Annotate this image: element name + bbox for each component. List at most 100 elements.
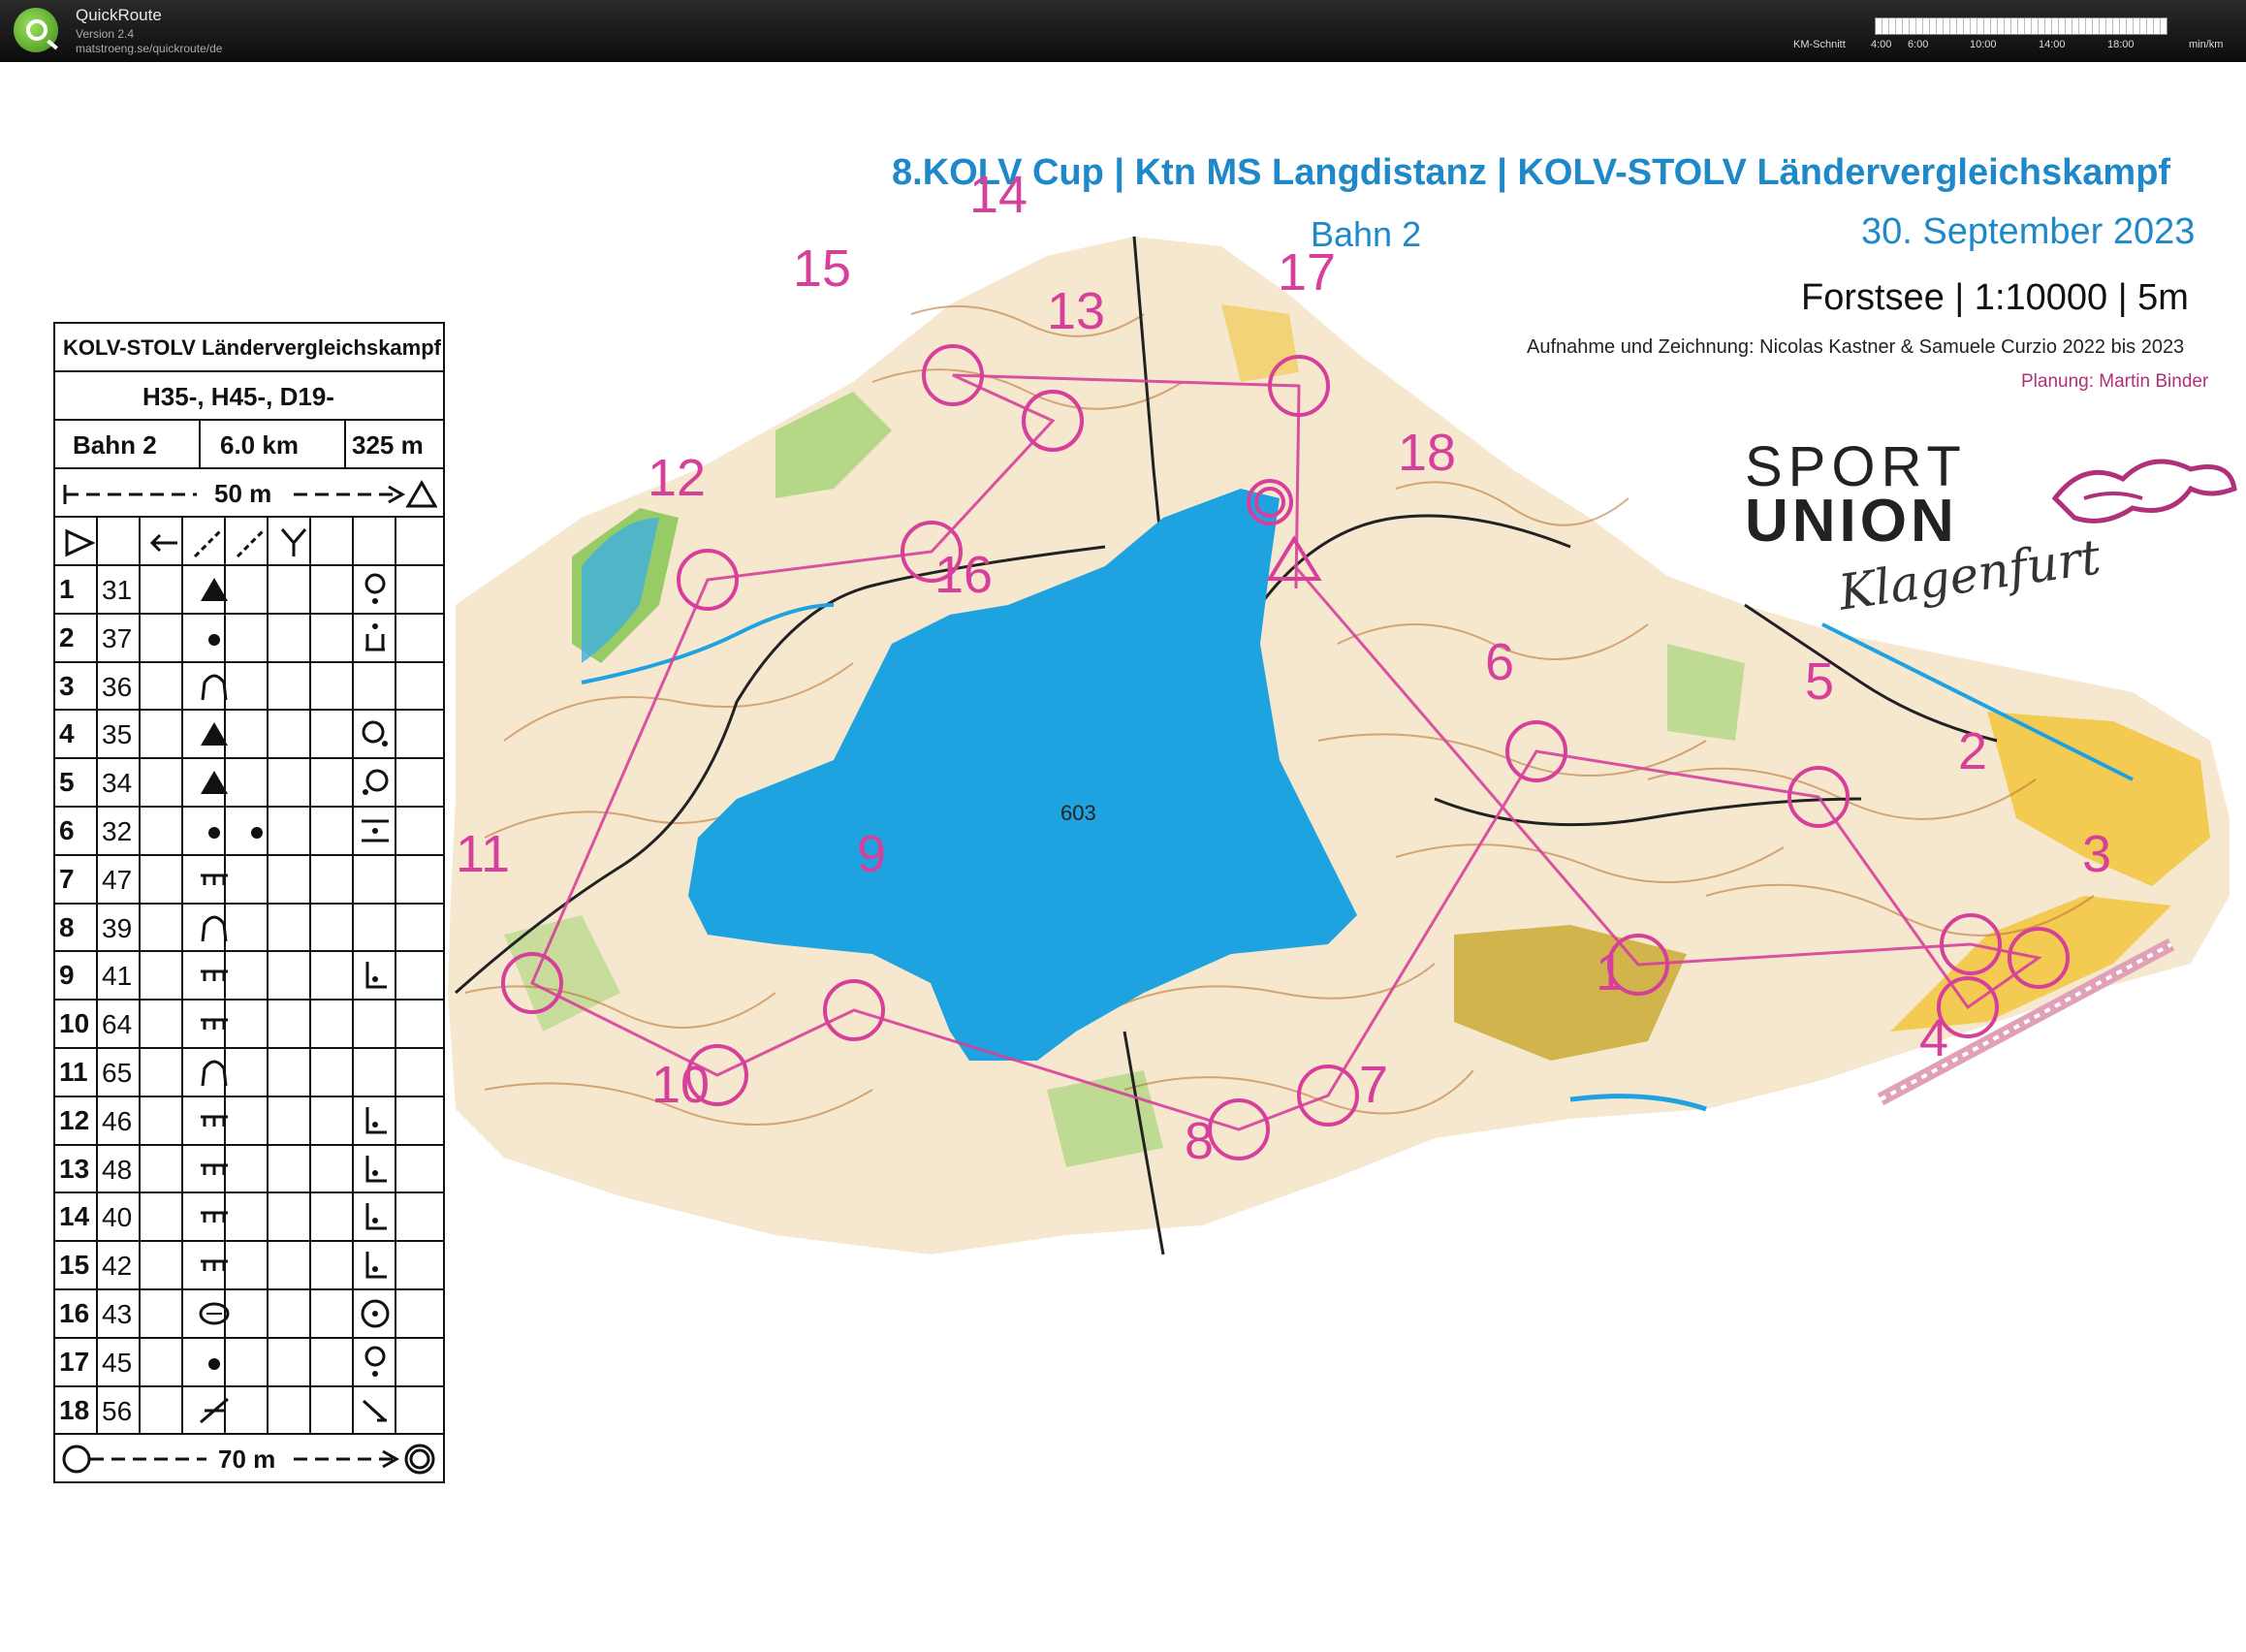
control-code: 47: [102, 864, 133, 895]
control-row: 14 40: [55, 1193, 443, 1243]
control-code: 45: [102, 1347, 133, 1378]
control-number: 5: [1805, 652, 1835, 711]
control-row: 18 56: [55, 1386, 443, 1436]
control-code: 42: [102, 1251, 133, 1282]
control-seq-number: 4: [59, 718, 75, 749]
desc-length: 6.0 km: [220, 430, 299, 460]
control-row: 4 35: [55, 711, 443, 760]
control-row: 10 64: [55, 1001, 443, 1049]
control-code: 39: [102, 912, 133, 943]
control-seq-number: 2: [59, 621, 75, 652]
control-row: 6 32: [55, 808, 443, 856]
control-number: 8: [1185, 1112, 1215, 1170]
control-row: 13 48: [55, 1145, 443, 1194]
fork-icon: [280, 528, 307, 556]
control-code: 32: [102, 816, 133, 846]
desc-course-row: Bahn 2 6.0 km 325 m: [55, 421, 443, 469]
control-seq-number: 3: [59, 670, 75, 701]
desc-event-row: KOLV-STOLV Ländervergleichskampf: [55, 324, 443, 372]
control-seq-number: 6: [59, 815, 75, 845]
orienteering-map[interactable]: 8.KOLV Cup | Ktn MS Langdistanz | KOLV-S…: [0, 62, 2246, 1652]
control-seq-number: 5: [59, 767, 75, 798]
control-seq-number: 8: [59, 911, 75, 942]
control-code: 46: [102, 1105, 133, 1136]
control-number: 10: [651, 1056, 711, 1114]
control-row: 15 42: [55, 1242, 443, 1290]
control-number: 18: [1398, 424, 1457, 482]
pace-scale-label: KM-Schnitt: [1793, 39, 1846, 50]
control-number: 16: [934, 546, 994, 604]
desc-header-row: [55, 518, 443, 566]
control-seq-number: 18: [59, 1394, 90, 1425]
control-row: 5 34: [55, 759, 443, 808]
diagonal-lines-icon: [236, 527, 267, 558]
club-logo-line2: UNION: [1745, 488, 1958, 555]
app-version: Version 2.4: [76, 27, 135, 41]
diagonal-lines-icon: [193, 527, 224, 558]
desc-classes-row: H35-, H45-, D19-: [55, 372, 443, 421]
desc-finish-row: 70 m: [55, 1435, 443, 1481]
control-code: 65: [102, 1058, 133, 1088]
control-code: 64: [102, 1009, 133, 1040]
desc-course: Bahn 2: [73, 430, 157, 460]
control-code: 37: [102, 622, 133, 653]
control-seq-number: 11: [59, 1057, 88, 1087]
control-seq-number: 12: [59, 1104, 90, 1135]
quickroute-logo-icon: [14, 8, 58, 52]
control-number: 15: [793, 239, 852, 298]
pace-unit: min/km: [2189, 39, 2224, 50]
control-row: 8 39: [55, 904, 443, 953]
pace-tick: 18:00: [2107, 39, 2135, 50]
control-row: 1 31: [55, 566, 443, 615]
control-row: 2 37: [55, 614, 443, 663]
control-description-sheet: KOLV-STOLV Ländervergleichskampf H35-, H…: [53, 322, 445, 1483]
pace-tick: 4:00: [1871, 39, 1892, 50]
control-number: 12: [648, 449, 707, 507]
dragon-logo-icon: [2051, 459, 2237, 524]
arrow-left-icon: [149, 533, 177, 553]
desc-start-distance: 50 m: [208, 479, 278, 509]
pace-tick: 14:00: [2039, 39, 2066, 50]
app-url[interactable]: matstroeng.se/quickroute/de: [76, 42, 222, 55]
pace-tick: 6:00: [1908, 39, 1929, 50]
desc-climb: 325 m: [352, 430, 424, 460]
control-row: 7 47: [55, 855, 443, 905]
control-seq-number: 9: [59, 960, 75, 991]
control-code: 34: [102, 768, 133, 799]
control-code: 40: [102, 1202, 133, 1233]
control-row: 3 36: [55, 662, 443, 712]
control-number: 9: [857, 825, 887, 883]
desc-classes: H35-, H45-, D19-: [142, 382, 334, 411]
lake-height: 603: [1060, 801, 1096, 825]
control-row: 17 45: [55, 1338, 443, 1387]
control-number: 11: [456, 825, 511, 883]
pace-color-scale: [1875, 17, 2167, 35]
control-number: 17: [1278, 243, 1337, 302]
control-row: 9 41: [55, 952, 443, 1001]
map-info: Forstsee | 1:10000 | 5m: [1801, 277, 2189, 318]
control-number: 7: [1359, 1056, 1389, 1114]
course-planner: Planung: Martin Binder: [2021, 371, 2209, 392]
start-triangle-icon: [65, 528, 96, 557]
control-seq-number: 13: [59, 1153, 90, 1184]
control-code: 31: [102, 575, 133, 605]
desc-finish-distance: 70 m: [212, 1445, 282, 1475]
quickroute-header-bar: QuickRoute Version 2.4 matstroeng.se/qui…: [0, 0, 2246, 62]
control-seq-number: 16: [59, 1298, 90, 1328]
control-code: 43: [102, 1299, 133, 1329]
control-seq-number: 15: [59, 1250, 90, 1281]
control-row: 11 65: [55, 1049, 443, 1097]
control-code: 35: [102, 719, 133, 750]
control-number: 13: [1047, 282, 1106, 340]
event-date: 30. September 2023: [1861, 211, 2196, 252]
control-number: 14: [969, 166, 1028, 224]
map-credits: Aufnahme und Zeichnung: Nicolas Kastner …: [1527, 336, 2185, 358]
control-seq-number: 7: [59, 863, 75, 894]
control-seq-number: 1: [59, 574, 75, 604]
control-row: 16 43: [55, 1290, 443, 1339]
control-number: 3: [2082, 825, 2112, 883]
control-number: 1: [1596, 943, 1626, 1001]
desc-start-row: 50 m: [55, 469, 443, 518]
control-number: 6: [1485, 633, 1515, 691]
control-seq-number: 10: [59, 1008, 90, 1039]
